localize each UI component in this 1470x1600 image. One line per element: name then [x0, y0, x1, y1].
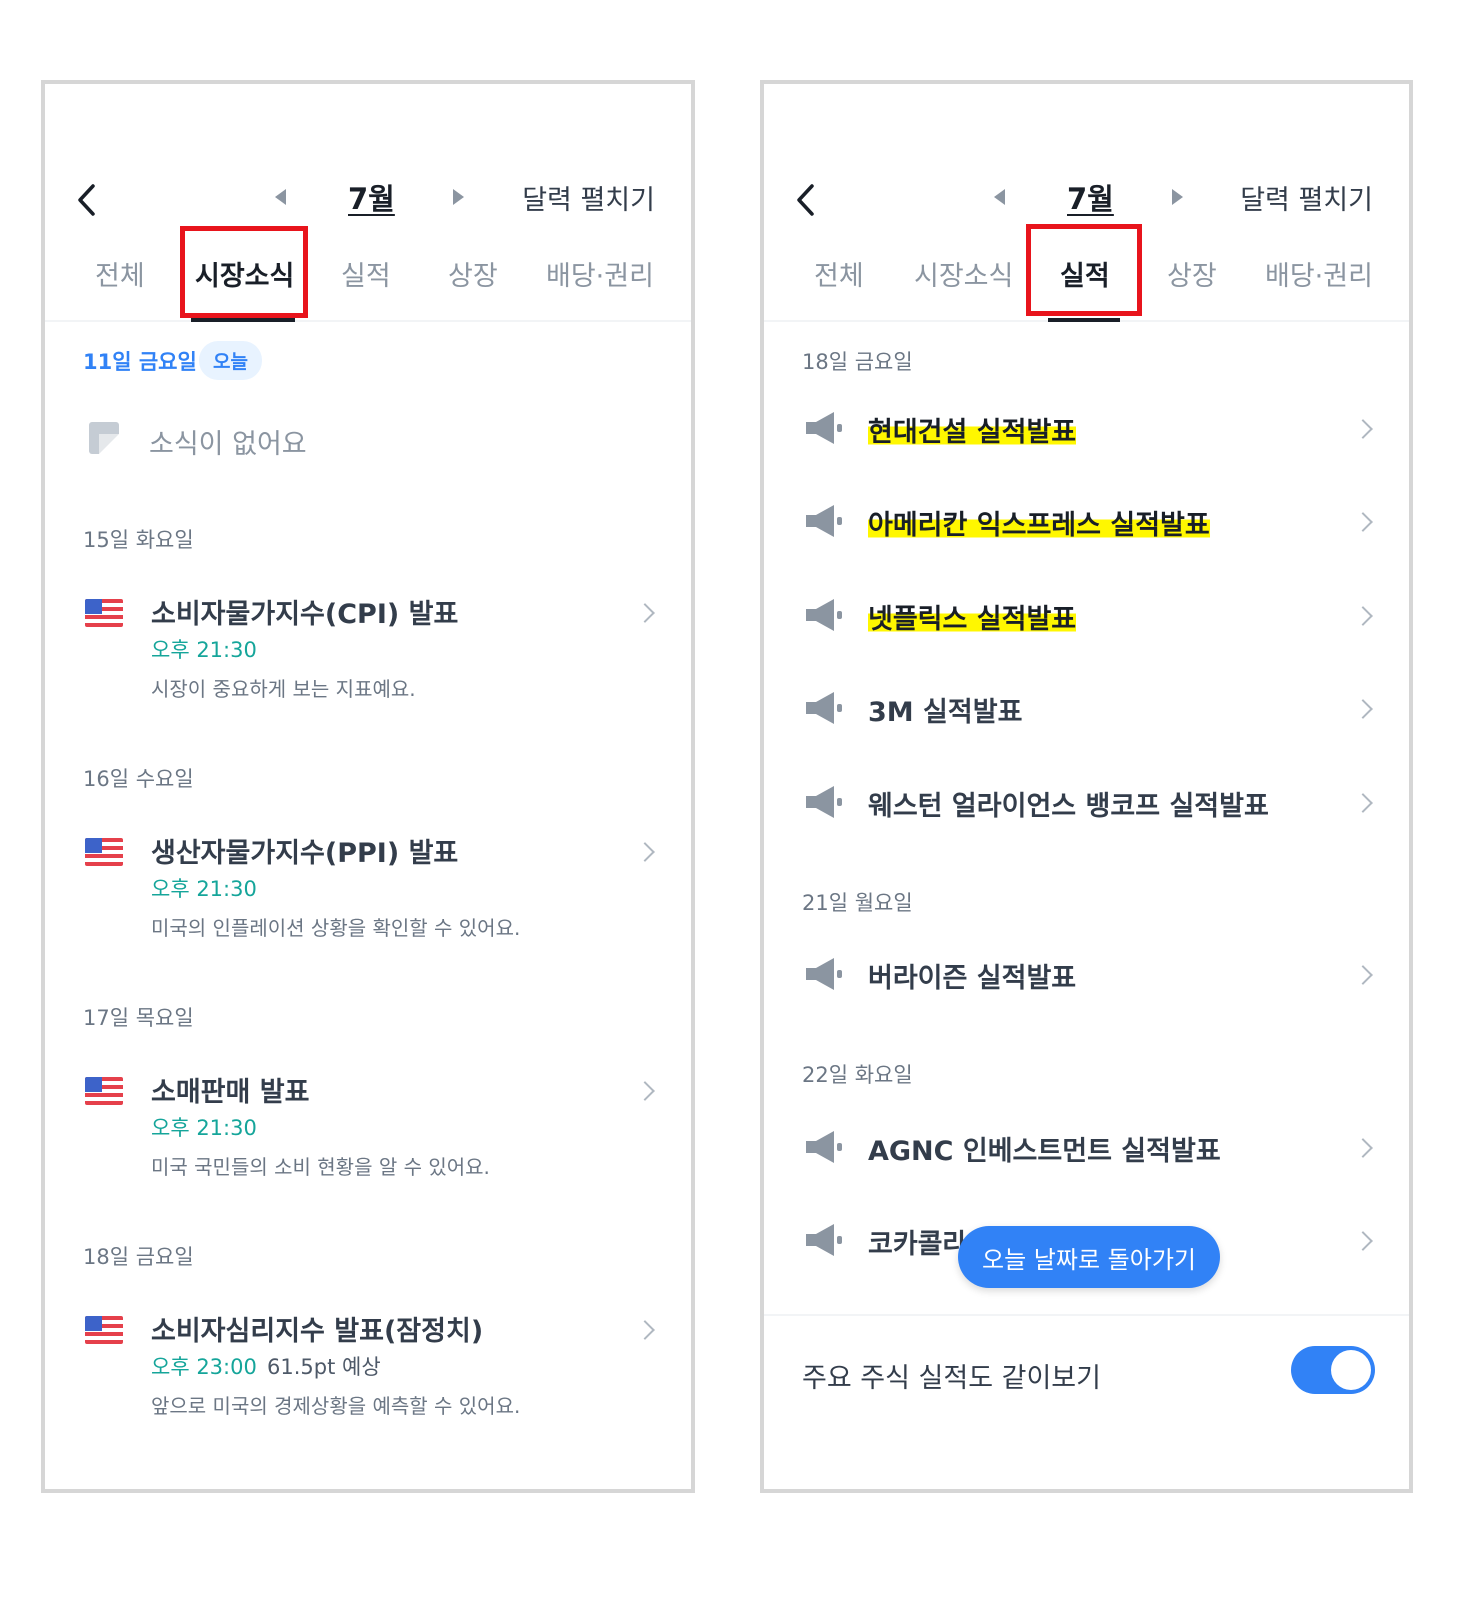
event-description: 앞으로 미국의 경제상황을 예측할 수 있어요.: [151, 1394, 521, 1418]
chevron-right-icon: [1353, 1138, 1373, 1158]
event-title: 소비자심리지수 발표(잠정치): [151, 1316, 484, 1347]
earnings-title: 코카콜라: [868, 1229, 968, 1260]
event-time: 오후 21:30: [151, 1116, 257, 1140]
back-arrow-icon[interactable]: [71, 182, 105, 218]
event-time: 오후 23:00: [151, 1355, 257, 1379]
megaphone-icon: [806, 692, 842, 724]
event-title: 소매판매 발표: [151, 1077, 310, 1108]
category-tabs: 전체 시장소식 실적 상장 배당·권리: [764, 224, 1409, 322]
show-major-earnings-toggle[interactable]: [1291, 1346, 1375, 1394]
chevron-right-icon: [635, 1320, 655, 1340]
chevron-right-icon: [1353, 965, 1373, 985]
expand-calendar-button[interactable]: 달력 펼치기: [522, 178, 655, 217]
date-header: 21일 월요일: [802, 891, 913, 915]
calendar-header: 7월 달력 펼치기: [45, 170, 691, 230]
next-month-icon[interactable]: [1172, 189, 1183, 205]
next-month-icon[interactable]: [453, 189, 464, 205]
chevron-right-icon: [635, 842, 655, 862]
annotation-box: [180, 226, 308, 318]
calendar-header: 7월 달력 펼치기: [764, 170, 1409, 230]
empty-message: 소식이 없어요: [149, 429, 307, 460]
month-label[interactable]: 7월: [1067, 176, 1114, 218]
earnings-title: 현대건설 실적발표: [868, 417, 1077, 448]
megaphone-icon: [806, 958, 842, 990]
earnings-title: 버라이즌 실적발표: [868, 963, 1077, 994]
earnings-title: 아메리칸 익스프레스 실적발표: [868, 510, 1210, 541]
divider: [764, 1314, 1409, 1316]
event-description: 미국 국민들의 소비 현황을 알 수 있어요.: [151, 1155, 490, 1179]
category-tabs: 전체 시장소식 실적 상장 배당·권리: [45, 226, 691, 322]
date-header: 18일 금요일: [83, 1245, 194, 1269]
footer-label: 주요 주식 실적도 같이보기: [802, 1363, 1101, 1394]
tab-dividend-rights[interactable]: 배당·권리: [546, 254, 654, 293]
go-to-today-button[interactable]: 오늘 날짜로 돌아가기: [958, 1226, 1220, 1288]
prev-month-icon[interactable]: [275, 189, 286, 205]
event-forecast: 61.5pt 예상: [267, 1355, 381, 1379]
earnings-title: AGNC 인베스트먼트 실적발표: [868, 1136, 1221, 1167]
market-news-screen: 7월 달력 펼치기 전체 시장소식 실적 상장 배당·권리 11일 금요일 오늘…: [41, 80, 695, 1493]
date-header: 18일 금요일: [802, 350, 913, 374]
date-header: 17일 목요일: [83, 1006, 194, 1030]
memo-icon: [89, 422, 119, 454]
chevron-right-icon: [1353, 793, 1373, 813]
toggle-knob: [1331, 1350, 1371, 1390]
chevron-right-icon: [1353, 699, 1373, 719]
earnings-title: 3M 실적발표: [868, 697, 1023, 728]
earnings-title: 넷플릭스 실적발표: [868, 604, 1077, 635]
megaphone-icon: [806, 505, 842, 537]
tab-all[interactable]: 전체: [814, 254, 864, 293]
megaphone-icon: [806, 599, 842, 631]
chevron-right-icon: [635, 1081, 655, 1101]
tab-listing[interactable]: 상장: [1167, 254, 1217, 293]
annotation-box: [1026, 224, 1142, 316]
us-flag-icon: [85, 838, 123, 866]
active-tab-indicator: [191, 318, 295, 322]
today-date: 11일 금요일: [83, 350, 197, 374]
back-arrow-icon[interactable]: [790, 182, 824, 218]
date-header: 15일 화요일: [83, 528, 194, 552]
us-flag-icon: [85, 1077, 123, 1105]
date-header: 16일 수요일: [83, 767, 194, 791]
tab-market-news[interactable]: 시장소식: [914, 254, 1013, 293]
us-flag-icon: [85, 599, 123, 627]
today-badge: 오늘: [199, 341, 262, 380]
megaphone-icon: [806, 412, 842, 444]
chevron-right-icon: [1353, 1231, 1373, 1251]
event-description: 시장이 중요하게 보는 지표예요.: [151, 677, 416, 701]
active-tab-indicator: [1048, 318, 1120, 322]
chevron-right-icon: [1353, 606, 1373, 626]
megaphone-icon: [806, 1131, 842, 1163]
megaphone-icon: [806, 786, 842, 818]
chevron-right-icon: [1353, 512, 1373, 532]
tab-listing[interactable]: 상장: [448, 254, 498, 293]
event-time: 오후 21:30: [151, 877, 257, 901]
us-flag-icon: [85, 1316, 123, 1344]
event-time: 오후 21:30: [151, 638, 257, 662]
date-header: 22일 화요일: [802, 1063, 913, 1087]
event-title: 소비자물가지수(CPI) 발표: [151, 599, 459, 630]
tab-all[interactable]: 전체: [95, 254, 145, 293]
month-label[interactable]: 7월: [348, 176, 395, 218]
earnings-title: 웨스턴 얼라이언스 뱅코프 실적발표: [868, 791, 1269, 822]
prev-month-icon[interactable]: [994, 189, 1005, 205]
tab-earnings[interactable]: 실적: [341, 254, 391, 293]
earnings-screen: 7월 달력 펼치기 전체 시장소식 실적 상장 배당·권리 18일 금요일 현대…: [760, 80, 1413, 1493]
event-title: 생산자물가지수(PPI) 발표: [151, 838, 459, 869]
chevron-right-icon: [1353, 419, 1373, 439]
expand-calendar-button[interactable]: 달력 펼치기: [1240, 178, 1373, 217]
tab-dividend-rights[interactable]: 배당·권리: [1265, 254, 1373, 293]
megaphone-icon: [806, 1224, 842, 1256]
chevron-right-icon: [635, 603, 655, 623]
event-description: 미국의 인플레이션 상황을 확인할 수 있어요.: [151, 916, 521, 940]
